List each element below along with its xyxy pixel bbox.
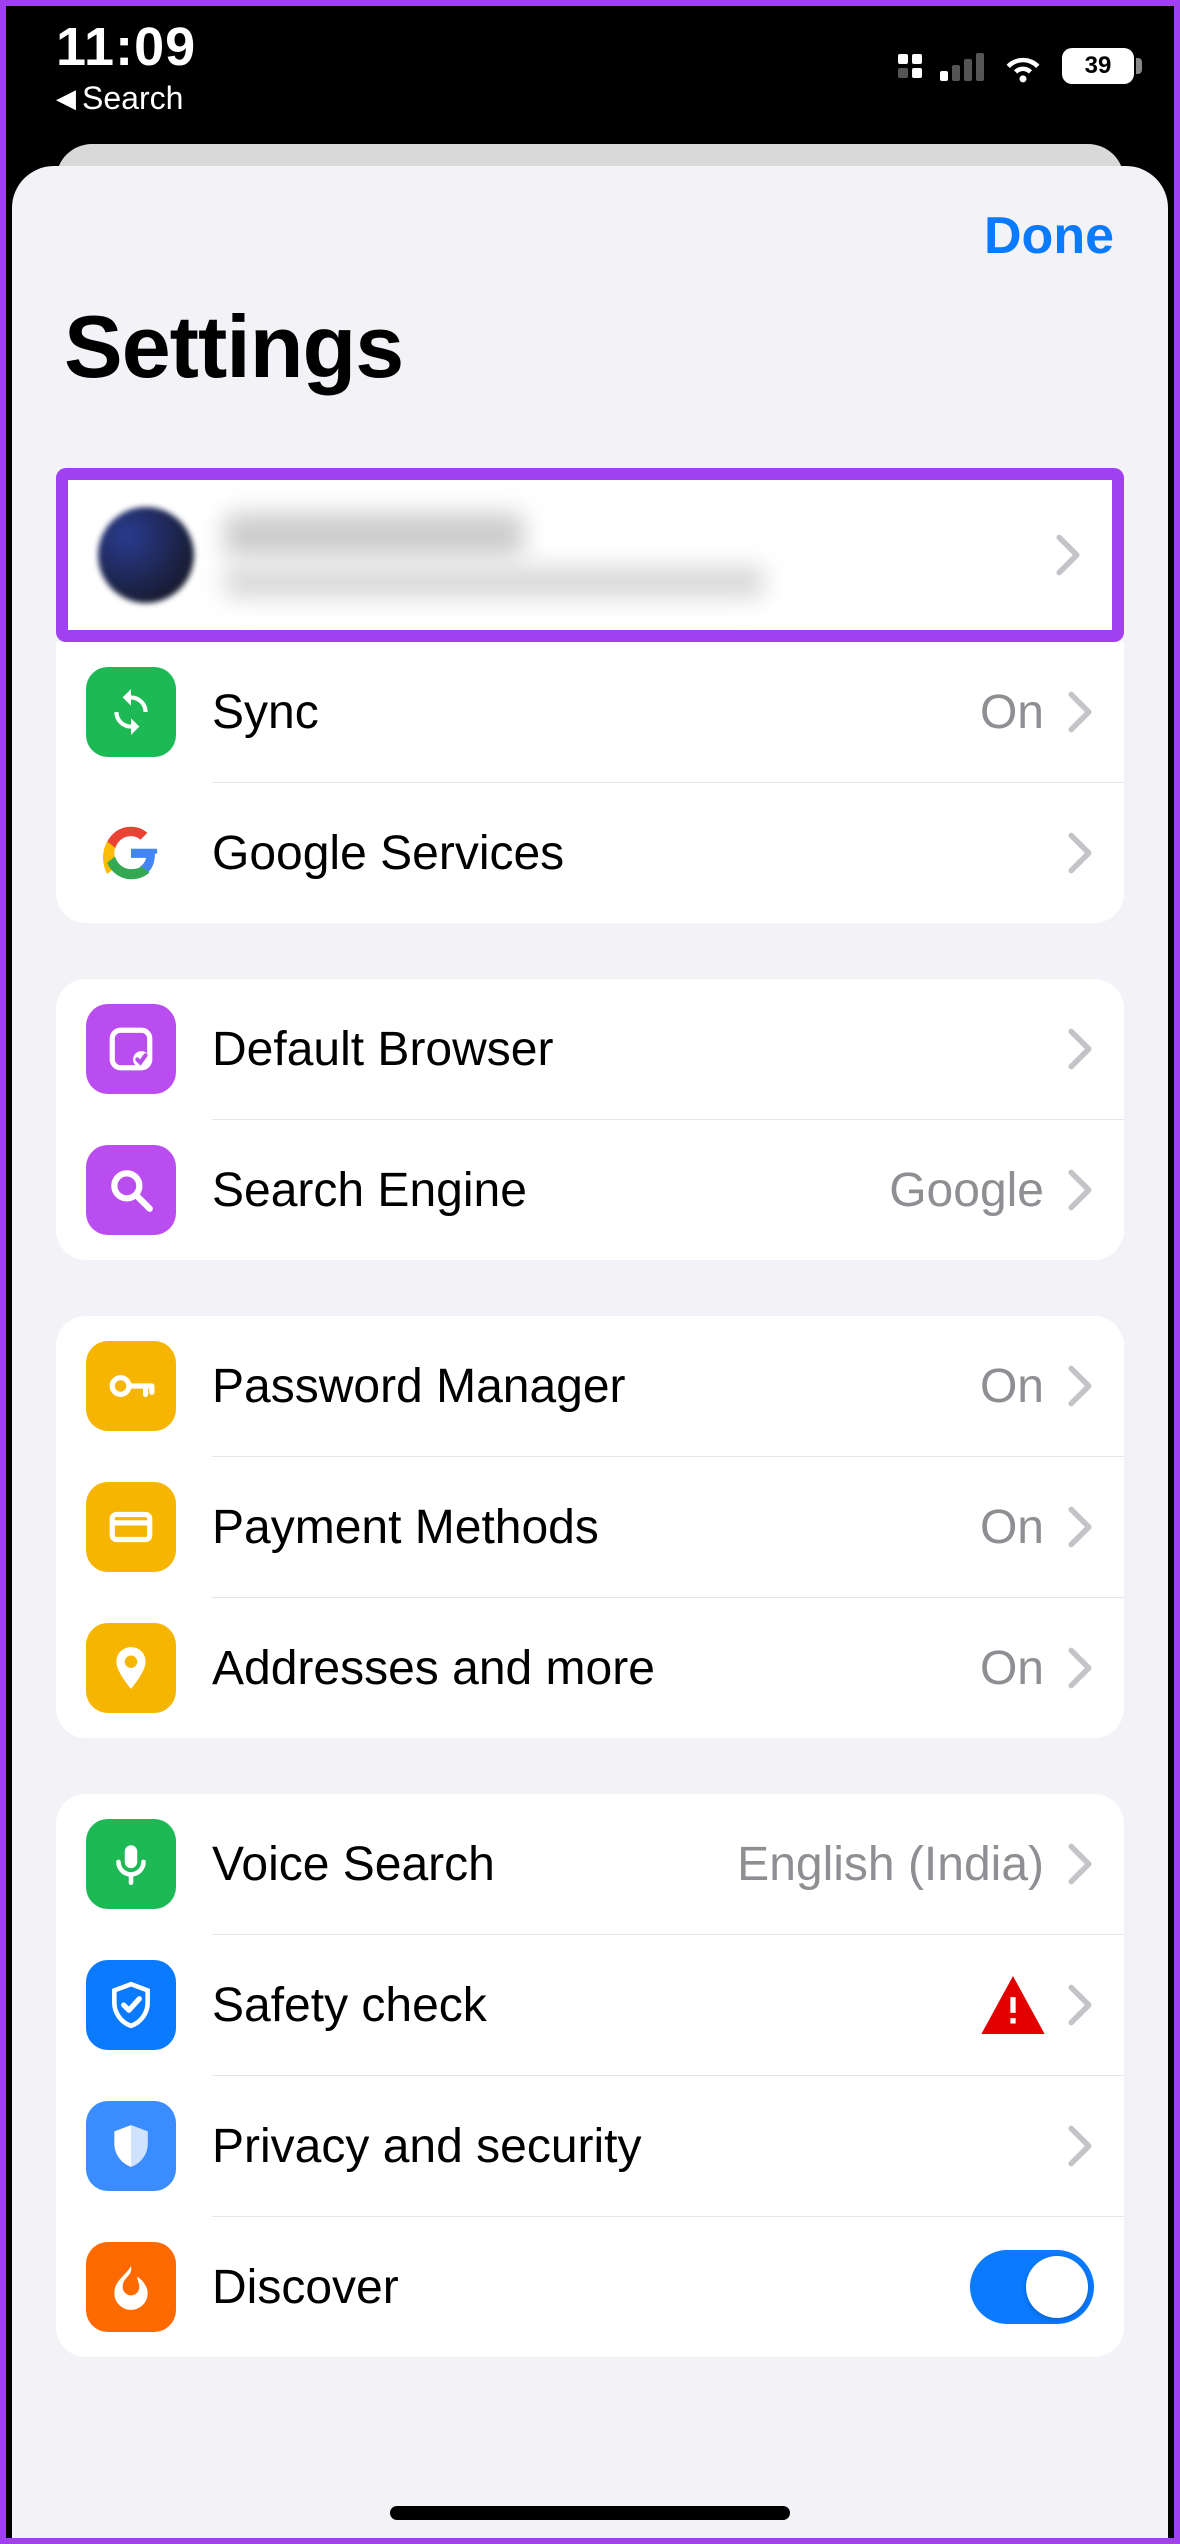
shield-icon [86, 2101, 176, 2191]
page-title: Settings [56, 296, 1124, 398]
settings-group-account: Sync On Google Services [56, 642, 1124, 923]
back-to-search[interactable]: ◀ Search [56, 80, 183, 117]
google-icon [86, 808, 176, 898]
chevron-right-icon [1066, 2124, 1094, 2168]
row-label: Voice Search [212, 1837, 737, 1892]
flame-icon [86, 2242, 176, 2332]
account-email-redacted [224, 567, 764, 597]
warning-icon [980, 1976, 1046, 2034]
search-icon [86, 1145, 176, 1235]
chevron-right-icon [1066, 690, 1094, 734]
account-name-redacted [224, 513, 524, 557]
row-discover[interactable]: Discover [56, 2217, 1124, 2357]
row-search-engine[interactable]: Search Engine Google [56, 1120, 1124, 1260]
chevron-right-icon [1066, 1842, 1094, 1886]
row-label: Password Manager [212, 1359, 980, 1414]
row-label: Addresses and more [212, 1641, 980, 1696]
row-label: Default Browser [212, 1022, 1066, 1077]
row-value: English (India) [737, 1837, 1044, 1892]
row-label: Payment Methods [212, 1500, 980, 1555]
row-label: Discover [212, 2260, 952, 2315]
row-label: Sync [212, 685, 980, 740]
card-icon [86, 1482, 176, 1572]
settings-group-autofill: Password Manager On Payment Methods On A… [56, 1316, 1124, 1738]
row-sync[interactable]: Sync On [56, 642, 1124, 782]
row-label: Google Services [212, 826, 1066, 881]
home-indicator[interactable] [390, 2506, 790, 2520]
row-value: On [980, 685, 1044, 740]
back-label: Search [82, 80, 183, 117]
status-time: 11:09 [56, 16, 196, 78]
status-bar: 11:09 ◀ Search 39 [6, 6, 1174, 126]
done-button[interactable]: Done [984, 206, 1114, 266]
row-label: Safety check [212, 1978, 980, 2033]
settings-sheet: Done Settings Sync On [12, 166, 1168, 2538]
account-row-highlight [56, 468, 1124, 642]
chevron-right-icon [1066, 831, 1094, 875]
battery-icon: 39 [1062, 48, 1134, 84]
key-icon [86, 1341, 176, 1431]
location-icon [86, 1623, 176, 1713]
chevron-right-icon [1066, 1983, 1094, 2027]
row-safety-check[interactable]: Safety check [56, 1935, 1124, 2075]
row-value: On [980, 1641, 1044, 1696]
discover-toggle[interactable] [970, 2250, 1094, 2324]
chevron-right-icon [1066, 1027, 1094, 1071]
sync-icon [86, 667, 176, 757]
row-google-services[interactable]: Google Services [56, 783, 1124, 923]
chevron-right-icon [1066, 1364, 1094, 1408]
settings-group-browser: Default Browser Search Engine Google [56, 979, 1124, 1260]
row-default-browser[interactable]: Default Browser [56, 979, 1124, 1119]
dual-sim-icon [898, 54, 922, 78]
microphone-icon [86, 1819, 176, 1909]
row-value: On [980, 1500, 1044, 1555]
row-privacy-security[interactable]: Privacy and security [56, 2076, 1124, 2216]
row-addresses[interactable]: Addresses and more On [56, 1598, 1124, 1738]
row-password-manager[interactable]: Password Manager On [56, 1316, 1124, 1456]
battery-level: 39 [1085, 52, 1112, 80]
chevron-right-icon [1054, 533, 1082, 577]
row-label: Privacy and security [212, 2119, 1066, 2174]
row-payment-methods[interactable]: Payment Methods On [56, 1457, 1124, 1597]
shield-check-icon [86, 1960, 176, 2050]
chevron-right-icon [1066, 1646, 1094, 1690]
avatar [98, 507, 194, 603]
chevron-right-icon [1066, 1168, 1094, 1212]
back-triangle-icon: ◀ [56, 83, 76, 114]
row-value: Google [889, 1163, 1044, 1218]
row-value: On [980, 1359, 1044, 1414]
wifi-icon [1002, 43, 1044, 90]
chevron-right-icon [1066, 1505, 1094, 1549]
row-label: Search Engine [212, 1163, 889, 1218]
cellular-signal-icon [940, 51, 984, 81]
row-voice-search[interactable]: Voice Search English (India) [56, 1794, 1124, 1934]
browser-icon [86, 1004, 176, 1094]
settings-group-privacy: Voice Search English (India) Safety chec… [56, 1794, 1124, 2357]
account-row[interactable] [68, 480, 1112, 630]
